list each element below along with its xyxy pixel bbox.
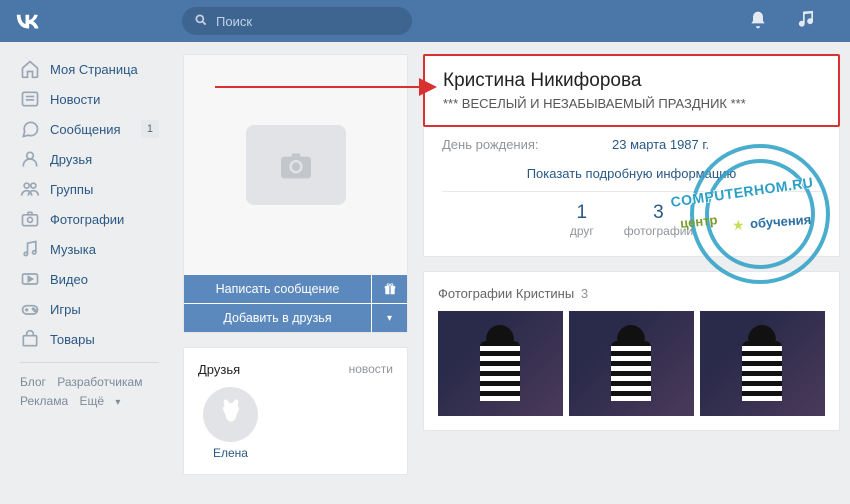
add-friend-button[interactable]: Добавить в друзья — [184, 304, 371, 332]
nav-friends[interactable]: Друзья — [10, 144, 169, 174]
write-message-button[interactable]: Написать сообщение — [184, 275, 371, 303]
birthday-label: День рождения: — [442, 137, 612, 152]
messages-badge: 1 — [141, 120, 159, 138]
photos-box: Фотографии Кристины 3 — [423, 271, 840, 431]
nav-label: Музыка — [50, 242, 96, 257]
bell-icon[interactable] — [748, 10, 768, 33]
camera-icon — [20, 209, 40, 229]
photos-count: 3 — [581, 286, 588, 301]
main: Написать сообщение Добавить в друзья ▾ Д… — [183, 54, 840, 475]
birthday-row: День рождения: 23 марта 1987 г. — [424, 127, 839, 156]
nav-label: Друзья — [50, 152, 92, 167]
nav-label: Товары — [50, 332, 95, 347]
profile-stats: 1 друг 3 фотографии — [442, 191, 821, 248]
birthday-value[interactable]: 23 марта 1987 г. — [612, 137, 709, 152]
profile-header-box: Кристина Никифорова *** ВЕСЕЛЫЙ И НЕЗАБЫ… — [423, 54, 840, 127]
photo-thumbnail[interactable] — [569, 311, 694, 416]
nav-games[interactable]: Игры — [10, 294, 169, 324]
nav-label: Сообщения — [50, 122, 121, 137]
nav-label: Группы — [50, 182, 93, 197]
home-icon — [20, 59, 40, 79]
friend-avatar — [203, 387, 258, 442]
content: Моя Страница Новости Сообщения 1 Друзья … — [0, 42, 850, 487]
friends-news-link[interactable]: новости — [349, 362, 393, 377]
music-icon[interactable] — [798, 10, 818, 33]
nav-label: Игры — [50, 302, 81, 317]
profile-info-section: День рождения: 23 марта 1987 г. Показать… — [423, 127, 840, 257]
friend-name: Елена — [198, 446, 263, 460]
stat-friends[interactable]: 1 друг — [570, 202, 594, 238]
friend-item[interactable]: Елена — [198, 387, 263, 460]
video-icon — [20, 269, 40, 289]
annotation-arrow — [215, 86, 435, 88]
friends-box: Друзья новости Елена — [183, 347, 408, 475]
news-icon — [20, 89, 40, 109]
market-icon — [20, 329, 40, 349]
nav-messages[interactable]: Сообщения 1 — [10, 114, 169, 144]
sidebar-divider — [20, 362, 159, 363]
music-note-icon — [20, 239, 40, 259]
search-box[interactable] — [182, 7, 412, 35]
stat-num: 3 — [624, 202, 693, 224]
avatar-box: Написать сообщение Добавить в друзья ▾ — [183, 54, 408, 333]
footer-links: Блог Разработчикам Реклама Ещё ▾ — [10, 371, 169, 413]
gift-button[interactable] — [372, 275, 407, 303]
nav-photos[interactable]: Фотографии — [10, 204, 169, 234]
nav-label: Новости — [50, 92, 100, 107]
nav-label: Фотографии — [50, 212, 124, 227]
footer-ads-link[interactable]: Реклама — [20, 394, 68, 408]
stat-label: друг — [570, 224, 594, 238]
messages-icon — [20, 119, 40, 139]
footer-developers-link[interactable]: Разработчикам — [57, 375, 142, 389]
profile-left-column: Написать сообщение Добавить в друзья ▾ Д… — [183, 54, 408, 475]
nav-video[interactable]: Видео — [10, 264, 169, 294]
search-icon — [194, 13, 208, 30]
friends-title[interactable]: Друзья — [198, 362, 240, 377]
avatar-placeholder[interactable] — [184, 55, 407, 275]
photo-thumbnail[interactable] — [438, 311, 563, 416]
profile-right-column: Кристина Никифорова *** ВЕСЕЛЫЙ И НЕЗАБЫ… — [423, 54, 840, 475]
stat-num: 1 — [570, 202, 594, 224]
top-header — [0, 0, 850, 42]
profile-status[interactable]: *** ВЕСЕЛЫЙ И НЕЗАБЫВАЕМЫЙ ПРАЗДНИК *** — [443, 96, 820, 111]
photos-title[interactable]: Фотографии Кристины 3 — [438, 286, 825, 301]
footer-more-link[interactable]: Ещё — [79, 394, 104, 408]
stat-label: фотографии — [624, 224, 693, 238]
nav-groups[interactable]: Группы — [10, 174, 169, 204]
nav-my-page[interactable]: Моя Страница — [10, 54, 169, 84]
add-friend-dropdown[interactable]: ▾ — [372, 304, 407, 332]
friend-icon — [20, 149, 40, 169]
nav-market[interactable]: Товары — [10, 324, 169, 354]
dog-avatar-icon — [215, 399, 247, 431]
games-icon — [20, 299, 40, 319]
footer-blog-link[interactable]: Блог — [20, 375, 46, 389]
gift-icon — [383, 282, 397, 296]
photo-thumbnail[interactable] — [700, 311, 825, 416]
chevron-down-icon: ▾ — [387, 313, 392, 324]
search-input[interactable] — [216, 14, 400, 29]
photos-title-text: Фотографии Кристины — [438, 286, 574, 301]
groups-icon — [20, 179, 40, 199]
chevron-down-icon: ▾ — [115, 397, 120, 408]
stat-photos[interactable]: 3 фотографии — [624, 202, 693, 238]
profile-name: Кристина Никифорова — [443, 70, 820, 92]
nav-news[interactable]: Новости — [10, 84, 169, 114]
nav-label: Видео — [50, 272, 88, 287]
nav-music[interactable]: Музыка — [10, 234, 169, 264]
vk-logo[interactable] — [12, 6, 42, 36]
show-full-info-link[interactable]: Показать подробную информацию — [424, 156, 839, 191]
sidebar: Моя Страница Новости Сообщения 1 Друзья … — [10, 54, 169, 475]
nav-label: Моя Страница — [50, 62, 138, 77]
camera-placeholder-icon — [271, 145, 321, 185]
